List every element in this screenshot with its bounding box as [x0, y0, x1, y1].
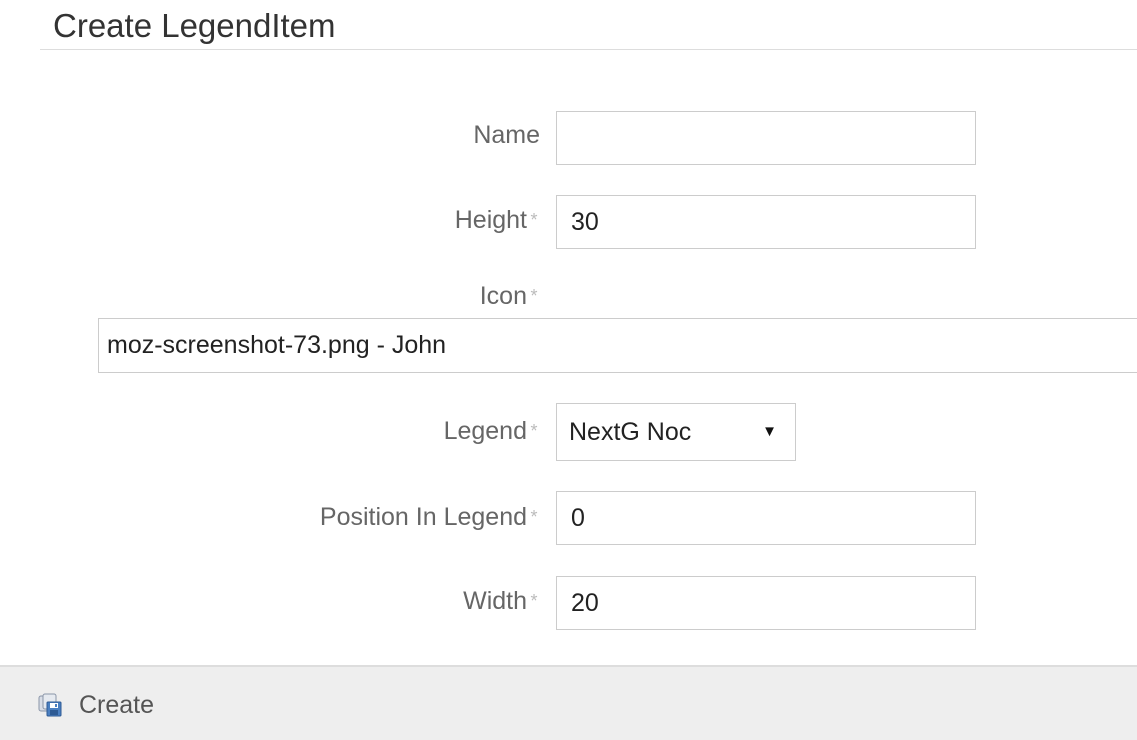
height-required-mark: *: [530, 210, 538, 230]
height-input[interactable]: [556, 195, 976, 249]
legend-select-value: NextG Noc: [569, 418, 692, 446]
legend-select[interactable]: NextG Noc ▼: [556, 403, 796, 461]
icon-select[interactable]: moz-screenshot-73.png - John: [98, 318, 1137, 373]
create-button[interactable]: Create: [38, 687, 154, 723]
chevron-down-icon: ▼: [762, 423, 777, 440]
height-label: Height: [454, 206, 527, 234]
icon-select-value: moz-screenshot-73.png - John: [107, 331, 447, 359]
icon-required-mark: *: [530, 286, 538, 306]
position-in-legend-label: Position In Legend: [319, 503, 527, 531]
position-in-legend-required-mark: *: [530, 507, 538, 527]
legend-label: Legend: [443, 417, 527, 445]
save-icon: [38, 693, 62, 717]
title-divider: [40, 49, 1137, 50]
name-label: Name: [473, 121, 540, 149]
position-in-legend-input[interactable]: [556, 491, 976, 545]
page-title: Create LegendItem: [53, 7, 336, 44]
create-label: Create: [79, 690, 155, 719]
width-input[interactable]: [556, 576, 976, 630]
icon-label: Icon: [479, 282, 527, 310]
width-required-mark: *: [530, 591, 538, 611]
form-footer: Create: [0, 665, 1137, 740]
name-input[interactable]: [556, 111, 976, 165]
width-label: Width: [463, 587, 527, 615]
legend-required-mark: *: [530, 421, 538, 441]
